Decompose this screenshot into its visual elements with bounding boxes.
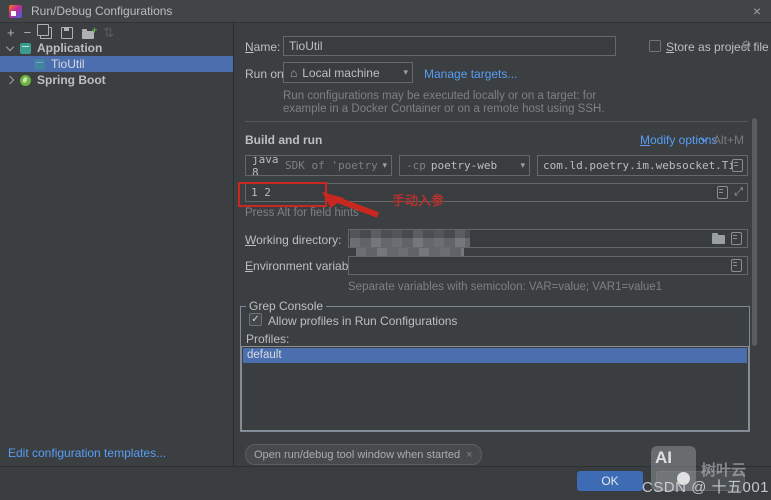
- expand-field-icon[interactable]: ⤢: [734, 186, 743, 199]
- jre-value: java 8: [252, 155, 280, 176]
- chevron-down-icon: ▾: [399, 67, 412, 78]
- manage-targets-link[interactable]: Manage targets...: [424, 67, 517, 81]
- copy-configuration-icon[interactable]: [40, 27, 52, 39]
- chevron-down-icon: ▾: [516, 160, 529, 171]
- add-configuration-icon[interactable]: +: [7, 26, 15, 40]
- home-icon: ⌂: [290, 66, 297, 80]
- classpath-module-select[interactable]: -cp poetry-web ▾: [399, 155, 530, 176]
- jre-description: SDK of 'poetry-w: [285, 159, 391, 172]
- profiles-label: Profiles:: [246, 332, 289, 346]
- tree-group-label: Application: [37, 41, 102, 55]
- insert-macros-icon[interactable]: [731, 259, 742, 272]
- section-divider: [245, 121, 748, 122]
- environment-variables-input[interactable]: [348, 256, 748, 275]
- before-launch-tag[interactable]: Open run/debug tool window when started …: [245, 444, 482, 465]
- tree-item-label: TioUtil: [51, 57, 85, 71]
- intellij-logo-icon: [9, 5, 22, 18]
- store-as-project-file-label: Store as project file: [666, 40, 769, 54]
- allow-profiles-checkbox[interactable]: ✓: [249, 313, 262, 326]
- tree-group-spring-boot[interactable]: Spring Boot: [0, 72, 233, 88]
- remove-configuration-icon[interactable]: −: [24, 26, 32, 40]
- before-launch-tag-label: Open run/debug tool window when started: [254, 449, 460, 461]
- run-on-value: Local machine: [302, 66, 379, 80]
- spring-boot-icon: [20, 75, 31, 86]
- run-on-hint-line1: Run configurations may be executed local…: [283, 90, 596, 102]
- main-class-value: com.ld.poetry.im.websocket.TioUtil: [543, 159, 732, 172]
- name-label: Name:: [245, 40, 280, 54]
- chevron-down-icon: ▾: [378, 160, 391, 171]
- tree-group-label: Spring Boot: [37, 73, 106, 87]
- application-type-icon: [34, 59, 45, 70]
- configurations-sidebar: + − ⇅ Application TioUtil Spring Boot Ed…: [0, 22, 234, 466]
- chevron-down-icon[interactable]: [6, 43, 14, 51]
- cp-flag: -cp: [406, 159, 426, 172]
- close-icon[interactable]: ×: [753, 0, 761, 22]
- chevron-right-icon[interactable]: [6, 76, 14, 84]
- annotation-text: 手动入参: [392, 190, 444, 209]
- save-configuration-icon[interactable]: [61, 27, 73, 39]
- dialog-title: Run/Debug Configurations: [31, 4, 172, 18]
- remove-tag-icon[interactable]: ×: [466, 449, 472, 461]
- tree-item-tioutil[interactable]: TioUtil: [0, 56, 233, 72]
- gear-icon[interactable]: ⚙: [741, 38, 752, 52]
- build-and-run-title: Build and run: [245, 133, 322, 147]
- jre-select[interactable]: java 8 SDK of 'poetry-w ▾: [245, 155, 392, 176]
- watermark-credit: CSDN @ 十五001: [642, 476, 769, 497]
- check-icon: ✓: [251, 314, 259, 325]
- ok-button[interactable]: OK: [577, 471, 643, 491]
- application-type-icon: [20, 43, 31, 54]
- redacted-working-directory-value: [350, 230, 470, 247]
- annotation-arrow: [320, 190, 382, 218]
- annotation-highlight-box: [238, 182, 327, 207]
- insert-macros-icon[interactable]: [717, 186, 728, 199]
- cp-module-value: poetry-web: [431, 159, 497, 172]
- run-on-label: Run on:: [245, 67, 287, 81]
- name-input[interactable]: TioUtil: [283, 36, 616, 56]
- browse-folder-icon[interactable]: [712, 235, 725, 244]
- working-directory-label: Working directory:: [245, 233, 341, 247]
- vertical-scrollbar[interactable]: [752, 118, 757, 346]
- environment-variables-hint: Separate variables with semicolon: VAR=v…: [348, 281, 662, 293]
- insert-macros-icon[interactable]: [732, 159, 743, 172]
- modify-options-shortcut: Alt+M: [713, 133, 744, 147]
- run-on-select[interactable]: ⌂ Local machine ▾: [283, 62, 413, 83]
- profiles-list: default: [241, 346, 749, 431]
- main-class-input[interactable]: com.ld.poetry.im.websocket.TioUtil: [537, 155, 748, 176]
- insert-macros-icon[interactable]: [731, 232, 742, 245]
- run-debug-configurations-dialog: Run/Debug Configurations × + − ⇅ Applica…: [0, 0, 771, 500]
- profile-list-item[interactable]: default: [243, 348, 747, 363]
- tree-group-application[interactable]: Application: [0, 40, 233, 56]
- allow-profiles-label: Allow profiles in Run Configurations: [268, 314, 457, 328]
- edit-configuration-templates-link[interactable]: Edit configuration templates...: [8, 446, 166, 460]
- watermark-logo-text: AI: [655, 448, 672, 468]
- run-on-hint-line2: example in a Docker Container or on a re…: [283, 103, 605, 115]
- store-as-project-file-checkbox[interactable]: [649, 40, 661, 52]
- name-input-value: TioUtil: [289, 39, 323, 53]
- grep-console-legend: Grep Console: [246, 299, 326, 313]
- dialog-titlebar: Run/Debug Configurations ×: [0, 0, 771, 23]
- sort-configurations-icon: ⇅: [103, 26, 114, 40]
- new-folder-icon[interactable]: [82, 31, 94, 39]
